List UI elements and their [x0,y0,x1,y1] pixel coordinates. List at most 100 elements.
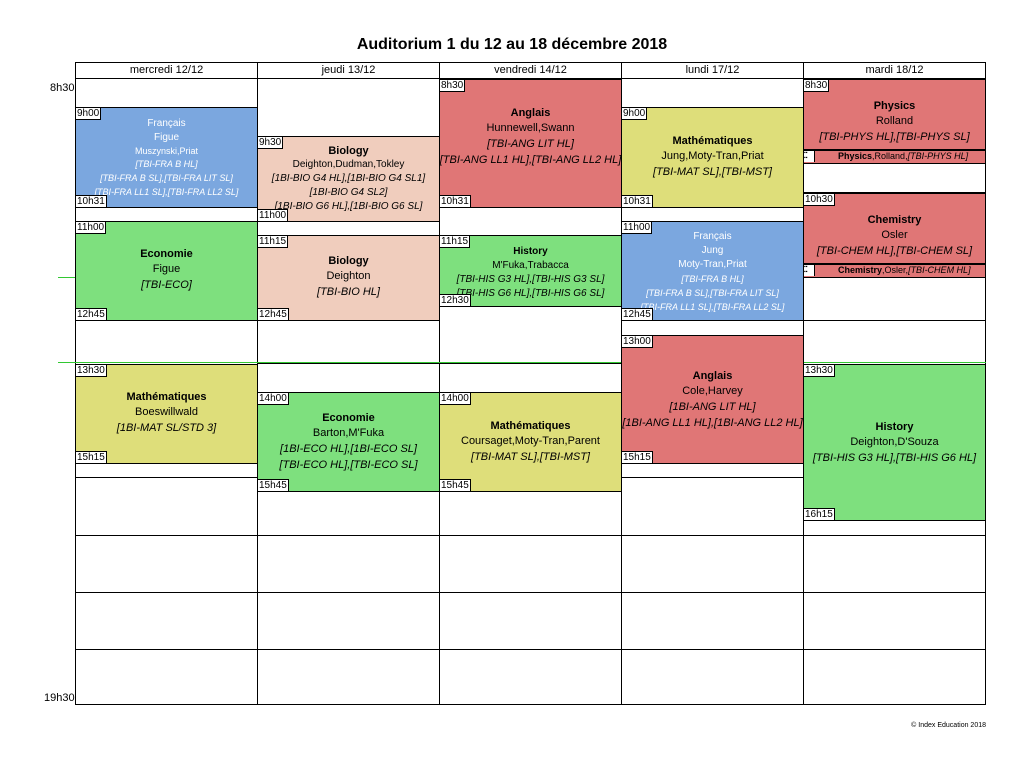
hour-line [75,592,986,593]
current-time-line [58,277,76,278]
hour-line [75,649,986,650]
course-group: [1BI-ANG LL1 HL],[1BI-ANG LL2 HL] [622,416,803,429]
course-subject: Anglais [692,369,733,382]
course-subject: Mathématiques [672,134,753,147]
mini-bar-teachers: Rolland [874,151,906,161]
timetable-grid: mercredi 12/12 jeudi 13/12 vendredi 14/1… [0,0,1024,768]
course-teachers: Hunnewell,Swann [486,121,575,134]
course-start-time: 11h15 [440,236,471,248]
course-end-time: 12h45 [76,308,107,320]
course-start-time: 9h30 [258,137,284,149]
course-end-time: 10h31 [622,195,653,207]
course-group: [TBI-FRA LL1 SL],[TBI-FRA LL2 SL] [94,186,239,197]
course-block[interactable]: Anglais Cole,Harvey [1BI-ANG LIT HL] [1B… [621,335,804,464]
course-end-time: 10h31 [440,195,471,207]
course-block[interactable]: Chemistry Osler [TBI-CHEM HL],[TBI-CHEM … [803,193,986,264]
course-subject: Biology [328,145,369,157]
course-group: [TBI-ANG LIT HL] [487,137,574,150]
overlap-marker-icon: ▪▪ ▪▪ [804,265,815,276]
course-block[interactable]: History M'Fuka,Trabacca [TBI-HIS G3 HL],… [439,235,622,307]
course-block[interactable]: Economie Barton,M'Fuka [1BI-ECO HL],[1BI… [257,392,440,492]
course-teachers: Boeswillwald [135,406,198,418]
course-subject: Français [693,231,732,242]
hour-line [75,535,986,536]
course-start-time: 13h30 [76,365,107,377]
day-header: lundi 17/12 [685,64,740,76]
course-block[interactable]: Anglais Hunnewell,Swann [TBI-ANG LIT HL]… [439,79,622,208]
course-start-time: 13h30 [804,365,835,377]
course-mini-bar[interactable]: ▪▪ ▪▪ Chemistry,Osler,[TBI-CHEM HL] [803,264,986,278]
course-group: [1BI-BIO G4 SL2] [309,187,388,198]
course-end-time: 12h45 [258,308,289,320]
course-block[interactable]: Physics Rolland [TBI-PHYS HL],[TBI-PHYS … [803,79,986,150]
day-header: mercredi 12/12 [129,64,204,76]
course-end-time: 15h45 [258,479,289,491]
course-start-time: 8h30 [804,80,830,92]
course-block[interactable]: Biology Deighton [TBI-BIO HL] 11h15 12h4… [257,235,440,321]
course-group: [TBI-PHYS HL],[TBI-PHYS SL] [819,130,970,143]
course-teachers: Osler [881,228,908,241]
mini-bar-subject: Physics [838,151,873,161]
course-start-time: 11h15 [258,236,289,248]
course-start-time: 9h00 [76,108,102,120]
course-teachers: Deighton,D'Souza [850,435,939,448]
course-subject: Biology [328,255,369,267]
mini-bar-group: [TBI-PHYS HL] [907,151,969,161]
slot-line [439,363,622,364]
course-subject: Chemistry [867,213,922,226]
course-subject: Economie [322,412,375,424]
course-block[interactable]: History Deighton,D'Souza [TBI-HIS G3 HL]… [803,364,986,521]
course-teachers: Rolland [875,114,914,127]
time-axis-end: 19h30 [44,692,75,704]
current-time-line [58,362,986,363]
course-group: [1BI-BIO G6 HL],[1BI-BIO G6 SL] [274,201,423,212]
course-group: [TBI-FRA B SL],[TBI-FRA LIT SL] [100,172,233,183]
course-subject: Français [147,117,186,129]
course-group: [TBI-MAT SL],[TBI-MST] [471,451,590,463]
course-end-time: 12h30 [440,294,471,306]
day-header: jeudi 13/12 [321,64,376,76]
course-end-time: 10h31 [76,195,107,207]
course-block[interactable]: Français Figue Muszynski,Priat [TBI-FRA … [75,107,258,208]
course-group: [TBI-FRA B HL] [681,274,744,284]
course-subject: History [513,246,548,257]
slot-line [803,320,986,321]
course-block[interactable]: Mathématiques Boeswillwald [1BI-MAT SL/S… [75,364,258,464]
course-subject: Mathématiques [490,420,571,432]
course-group: [TBI-MAT SL],[TBI-MST] [653,165,772,178]
mini-bar-group: [TBI-CHEM HL] [908,265,971,275]
course-group: [TBI-FRA B HL] [135,158,198,169]
course-group: [TBI-HIS G3 HL],[TBI-HIS G3 SL] [456,274,605,285]
course-block[interactable]: Economie Figue [TBI-ECO] 11h00 12h45 [75,221,258,321]
slot-line [621,477,804,478]
course-mini-bar[interactable]: ▪▪ ▪▪ Physics,Rolland,[TBI-PHYS HL] [803,150,986,164]
course-group: [TBI-HIS G3 HL],[TBI-HIS G6 HL] [812,451,977,464]
course-group: [TBI-HIS G6 HL],[TBI-HIS G6 SL] [456,288,605,299]
course-block[interactable]: Biology Deighton,Dudman,Tokley [1BI-BIO … [257,136,440,222]
course-group: [1BI-BIO G4 HL],[1BI-BIO G4 SL1] [271,173,426,184]
course-teachers: Jung,Moty-Tran,Priat [661,149,764,162]
course-group: [TBI-ECO HL],[TBI-ECO SL] [279,459,418,471]
course-group: [1BI-ANG LIT HL] [669,400,756,413]
course-subject: Economie [140,248,193,260]
grid-bottom-line [75,704,986,705]
course-block[interactable]: Mathématiques Jung,Moty-Tran,Priat [TBI-… [621,107,804,208]
course-group: [TBI-BIO HL] [317,286,380,298]
copyright-footer: © Index Education 2018 [911,722,986,729]
course-subject: Physics [873,99,916,112]
course-subject: History [875,420,914,433]
course-teachers: Deighton,Dudman,Tokley [292,159,405,170]
course-block[interactable]: Français Jung Moty-Tran,Priat [TBI-FRA B… [621,221,804,321]
course-group: [1BI-ECO HL],[1BI-ECO SL] [280,443,417,455]
course-teachers: Barton,M'Fuka [312,427,385,439]
course-start-time: 13h00 [622,336,653,348]
day-header: mardi 18/12 [865,64,924,76]
course-group: [1BI-MAT SL/STD 3] [116,422,217,434]
overlap-marker-icon: ▪▪ ▪▪ [804,151,815,162]
course-block[interactable]: Mathématiques Coursaget,Moty-Tran,Parent… [439,392,622,492]
course-start-time: 11h00 [76,222,107,234]
course-end-time: 15h45 [440,479,471,491]
course-teachers-extra: Muszynski,Priat [134,145,198,156]
course-group: [TBI-CHEM HL],[TBI-CHEM SL] [816,244,973,257]
course-group: [TBI-ANG LL1 HL],[TBI-ANG LL2 HL] [439,153,622,166]
